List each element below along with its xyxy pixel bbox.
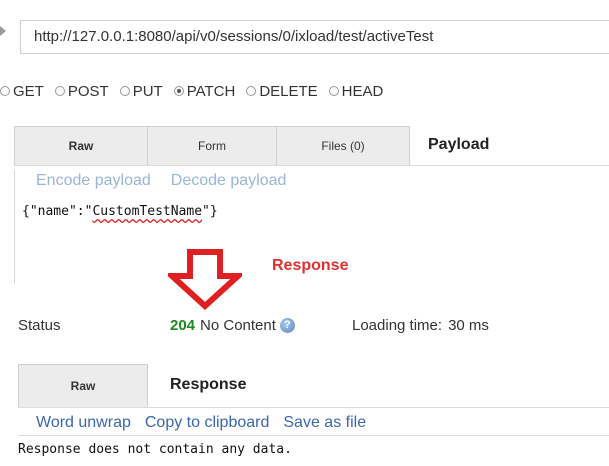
word-unwrap-link[interactable]: Word unwrap: [36, 414, 131, 431]
method-put[interactable]: PUT: [119, 82, 163, 100]
loading-time: Loading time: 30 ms: [352, 317, 489, 334]
loading-time-value: 30 ms: [448, 317, 489, 334]
method-label: PUT: [132, 82, 163, 100]
request-tabs: Raw Form Files (0) Payload: [14, 126, 609, 166]
response-tab-raw[interactable]: Raw: [18, 364, 148, 407]
status-text: No Content: [200, 317, 276, 334]
radio-button[interactable]: [328, 86, 339, 96]
method-post[interactable]: POST: [54, 82, 109, 100]
loading-time-label: Loading time:: [352, 317, 443, 334]
payload-title: Payload: [428, 136, 490, 153]
copy-to-clipboard-link[interactable]: Copy to clipboard: [145, 414, 270, 431]
encode-payload-link[interactable]: Encode payload: [36, 172, 151, 189]
response-tabs: Raw Response: [18, 364, 609, 408]
radio-button[interactable]: [246, 86, 257, 96]
radio-button[interactable]: [119, 86, 130, 96]
tab-raw[interactable]: Raw: [14, 126, 148, 165]
help-icon[interactable]: ?: [279, 318, 295, 333]
payload-suffix: "}: [202, 204, 218, 219]
tab-form[interactable]: Form: [148, 126, 277, 165]
status-label: Status: [18, 317, 61, 334]
method-patch[interactable]: PATCH: [173, 82, 236, 100]
save-as-file-link[interactable]: Save as file: [283, 414, 366, 431]
method-get[interactable]: GET: [0, 83, 44, 100]
method-head[interactable]: HEAD: [328, 82, 384, 100]
radio-button[interactable]: [173, 86, 184, 96]
method-delete[interactable]: DELETE: [246, 82, 318, 100]
response-title: Response: [170, 376, 247, 393]
status-value: 204 No Content ?: [170, 317, 295, 334]
method-label: GET: [13, 82, 44, 100]
response-links: Word unwrap Copy to clipboard Save as file: [18, 412, 609, 436]
method-label: HEAD: [341, 82, 384, 100]
method-label: PATCH: [186, 82, 236, 100]
tab-files[interactable]: Files (0): [277, 126, 410, 165]
decode-payload-link[interactable]: Decode payload: [171, 172, 287, 189]
method-label: POST: [67, 82, 109, 100]
radio-button[interactable]: [54, 86, 65, 96]
method-label: DELETE: [259, 82, 318, 100]
expand-arrow-icon[interactable]: [0, 26, 6, 36]
payload-encode-links: Encode payload Decode payload: [36, 172, 306, 190]
down-arrow-icon: [168, 249, 242, 310]
url-input[interactable]: http://127.0.0.1:8080/api/v0/sessions/0/…: [20, 20, 609, 54]
response-annotation: Response: [272, 257, 349, 274]
method-radio-group: GET POST PUT PATCH DELETE HEAD: [0, 80, 394, 102]
status-code: 204: [170, 317, 196, 334]
response-body: Response does not contain any data.: [18, 442, 292, 457]
payload-prefix: {"name":": [22, 204, 93, 219]
payload-text[interactable]: {"name":"CustomTestName"}: [22, 204, 218, 219]
payload-value: CustomTestName: [92, 204, 203, 219]
radio-button[interactable]: [0, 86, 10, 96]
